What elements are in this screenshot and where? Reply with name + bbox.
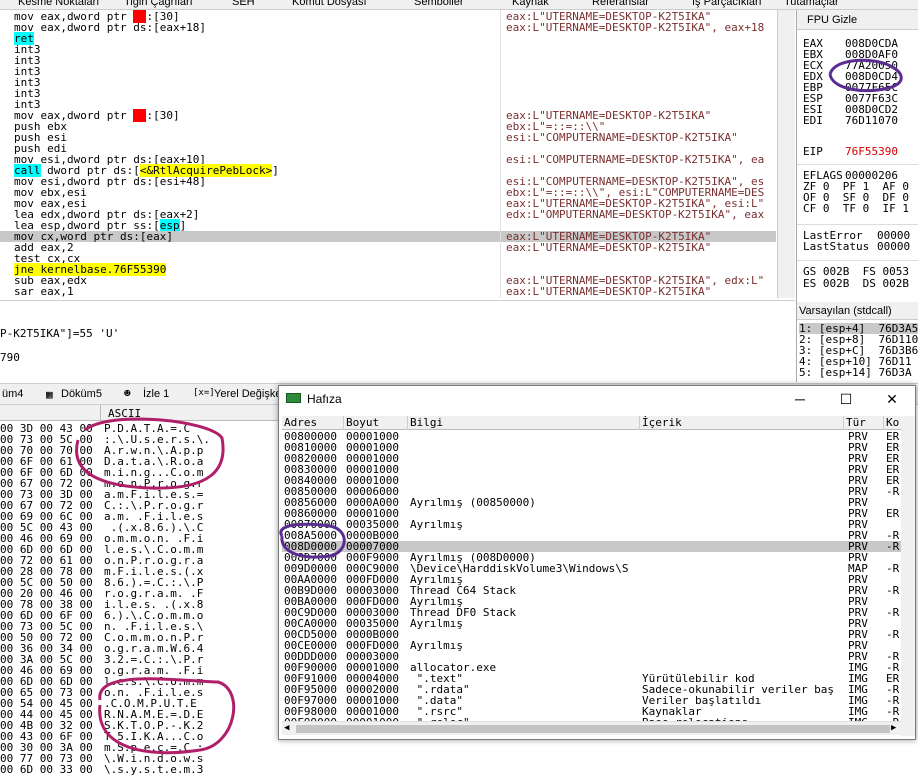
memory-window-title: Hafıza [307, 392, 342, 406]
top-tab-0[interactable]: Kesme Noktaları [18, 0, 99, 8]
comment-column-divider [500, 10, 501, 298]
disasm-line[interactable]: mov eax,dword ptr ds:[eax+18] eax:L"UTERN… [0, 22, 776, 33]
col-address[interactable]: Adres [282, 416, 344, 430]
disasm-line[interactable]: int3 [0, 44, 776, 55]
fpu-toggle-button[interactable]: FPU Gizle [797, 10, 918, 30]
register-name: CF 0 TF 0 IF 1 [803, 202, 909, 215]
col-content[interactable]: İçerik [640, 416, 844, 430]
top-tab-6[interactable]: Referanslar [592, 0, 649, 8]
memory-cell-k: -R [886, 584, 900, 597]
register-row[interactable]: ES 002B DS 002B [803, 278, 909, 289]
disasm-line[interactable]: add eax,2 eax:L"UTERNAME=DESKTOP-K2T5IKA" [0, 242, 776, 253]
locals-icon: [x=] [193, 388, 215, 398]
col-type[interactable]: Tür [844, 416, 884, 430]
register-row[interactable]: LastStatus 00000 [803, 240, 910, 253]
disasm-line[interactable]: int3 [0, 55, 776, 66]
top-tab-strip: Kesme Noktaları Tiğin Çağrıları SEH Komut D… [0, 0, 918, 10]
instruction: sar eax,1 [14, 285, 74, 298]
disassembly-scrollbar[interactable] [777, 10, 795, 298]
close-button[interactable]: ✕ [869, 386, 915, 412]
register-value: 76D11070 [845, 114, 898, 127]
scroll-left-arrow-icon[interactable]: ◀ [284, 723, 289, 733]
tab-dump5[interactable]: Döküm5 [61, 388, 102, 400]
top-tab-8[interactable]: Tutamaçlar [784, 0, 839, 8]
memory-cell-i: Ayrılmış [410, 617, 463, 630]
scroll-right-arrow-icon[interactable]: ▶ [891, 723, 896, 733]
register-row[interactable]: GS 002B FS 0053 [803, 266, 909, 277]
memory-map-window[interactable]: Hafıza ─ ☐ ✕ Adres Boyut Bilgi İçerik Tü… [278, 385, 916, 740]
memory-cell-i: Ayrılmış [410, 639, 463, 652]
tab-locals[interactable]: Yerel Değişke [214, 388, 281, 400]
dump-icon: ▦ [46, 388, 53, 401]
memory-chip-icon [286, 393, 301, 403]
memory-cell-i: Ayrılmış (00850000) [410, 496, 536, 509]
disasm-line[interactable]: sar eax,1 eax:L"UTERNAME=DESKTOP-K2T5IKA" [0, 286, 776, 297]
disasm-line[interactable]: mov eax,dword ptr fs:[30] eax:L"UTERNAME=… [0, 109, 776, 122]
tab-dump4[interactable]: üm4 [2, 388, 23, 400]
disasm-line[interactable]: int3 [0, 88, 776, 99]
top-tab-1[interactable]: Tiğin Çağrıları [124, 0, 193, 8]
dump-header: ASCII [0, 405, 280, 421]
dump-hex-bytes[interactable]: 00 6D 00 33 00 [0, 764, 93, 775]
register-value: 76F55390 [845, 145, 898, 158]
top-tab-7[interactable]: İş Parçacıkları [692, 0, 762, 8]
register-name: LastStatus [803, 240, 870, 253]
instruction-comment: esi:L"COMPUTERNAME=DESKTOP-K2T5IKA" [506, 131, 738, 144]
register-row[interactable]: EDI 76D11070 [803, 114, 898, 127]
maximize-button[interactable]: ☐ [823, 386, 869, 412]
col-size[interactable]: Boyut [344, 416, 408, 430]
disasm-line[interactable]: int3 [0, 66, 776, 77]
disasm-line[interactable]: int3 [0, 77, 776, 88]
memory-cell-k: -R [886, 540, 900, 553]
memory-horizontal-scrollbar[interactable]: ◀ ▶ [282, 721, 902, 735]
register-row[interactable]: CF 0 TF 0 IF 1 [803, 203, 909, 214]
instruction-comment: eax:L"UTERNAME=DESKTOP-K2T5IKA" [506, 285, 712, 298]
register-row[interactable]: EIP 76F55390 [803, 145, 898, 158]
calling-convention-select[interactable]: Varsayılan (stdcall) [797, 302, 918, 320]
call-args-panel: Varsayılan (stdcall) 1: [esp+4] 76D3A5 2:… [796, 302, 918, 382]
col-protection[interactable]: Ko [884, 416, 902, 430]
stack-arg-line[interactable]: 5: [esp+14] 76D3A [799, 367, 912, 378]
info-line-2: 790 [0, 351, 20, 364]
info-pane: P-K2T5IKA"]=55 'U' 790 [0, 300, 795, 382]
memory-cell-k: -R [886, 628, 900, 641]
info-line-1: P-K2T5IKA"]=55 'U' [0, 327, 120, 340]
top-tab-4[interactable]: Semboller [414, 0, 464, 8]
disassembly-view[interactable]: mov eax,dword ptr fs:[30] eax:L"UTERNAME=… [0, 10, 776, 298]
instruction-comment: eax:L"UTERNAME=DESKTOP-K2T5IKA" [506, 241, 712, 254]
watch-icon: ☻ [124, 387, 131, 400]
registers-panel: FPU Gizle EAX 008D0CDA EBX 008D0AF0 ECX 77A20… [796, 10, 918, 302]
minimize-button[interactable]: ─ [777, 386, 823, 412]
memory-table-header: Adres Boyut Bilgi İçerik Tür Ko [282, 416, 902, 430]
dump-ascii[interactable]: \.s.y.s.t.e.m.3 [104, 764, 203, 775]
disasm-line[interactable]: push esi esi:L"COMPUTERNAME=DESKTOP-K2T5I… [0, 132, 776, 143]
instruction-comment: eax:L"UTERNAME=DESKTOP-K2T5IKA", eax+18 [506, 21, 765, 34]
register-name: EIP [803, 145, 823, 158]
memory-window-titlebar[interactable]: Hafıza ─ ☐ ✕ [279, 386, 915, 412]
instruction: mov eax,dword ptr ds:[eax+18] [14, 21, 207, 34]
ascii-column-header: ASCII [108, 407, 142, 420]
instruction-comment: edx:L"OMPUTERNAME=DESKTOP-K2T5IKA", eax [506, 208, 765, 221]
memory-cell-k: -R [886, 562, 900, 575]
memory-cell-k: -R [886, 606, 900, 619]
memory-cell-k: ER [886, 507, 900, 520]
disasm-line[interactable]: ret [0, 32, 776, 45]
horizontal-scroll-thumb[interactable] [296, 725, 890, 733]
top-tab-2[interactable]: SEH [232, 0, 255, 8]
memory-vertical-scrollbar[interactable] [901, 416, 915, 736]
top-tab-5[interactable]: Kaynak [512, 0, 549, 8]
instruction-comment: esi:L"COMPUTERNAME=DESKTOP-K2T5IKA", ea [506, 153, 765, 166]
register-name: ES 002B DS 002B [803, 277, 909, 290]
top-tab-3[interactable]: Komut Dosyası [292, 0, 367, 8]
tab-watch1[interactable]: İzle 1 [143, 388, 169, 400]
memory-cell-i: Ayrılmış [410, 518, 463, 531]
memory-cell-k: -R [886, 485, 900, 498]
col-info[interactable]: Bilgi [408, 416, 640, 430]
hex-dump-panel[interactable]: ASCII 00 3D 00 43 00 P.D.A.T.A.=.C 00 73 0… [0, 405, 280, 777]
register-name: EDI [803, 114, 823, 127]
